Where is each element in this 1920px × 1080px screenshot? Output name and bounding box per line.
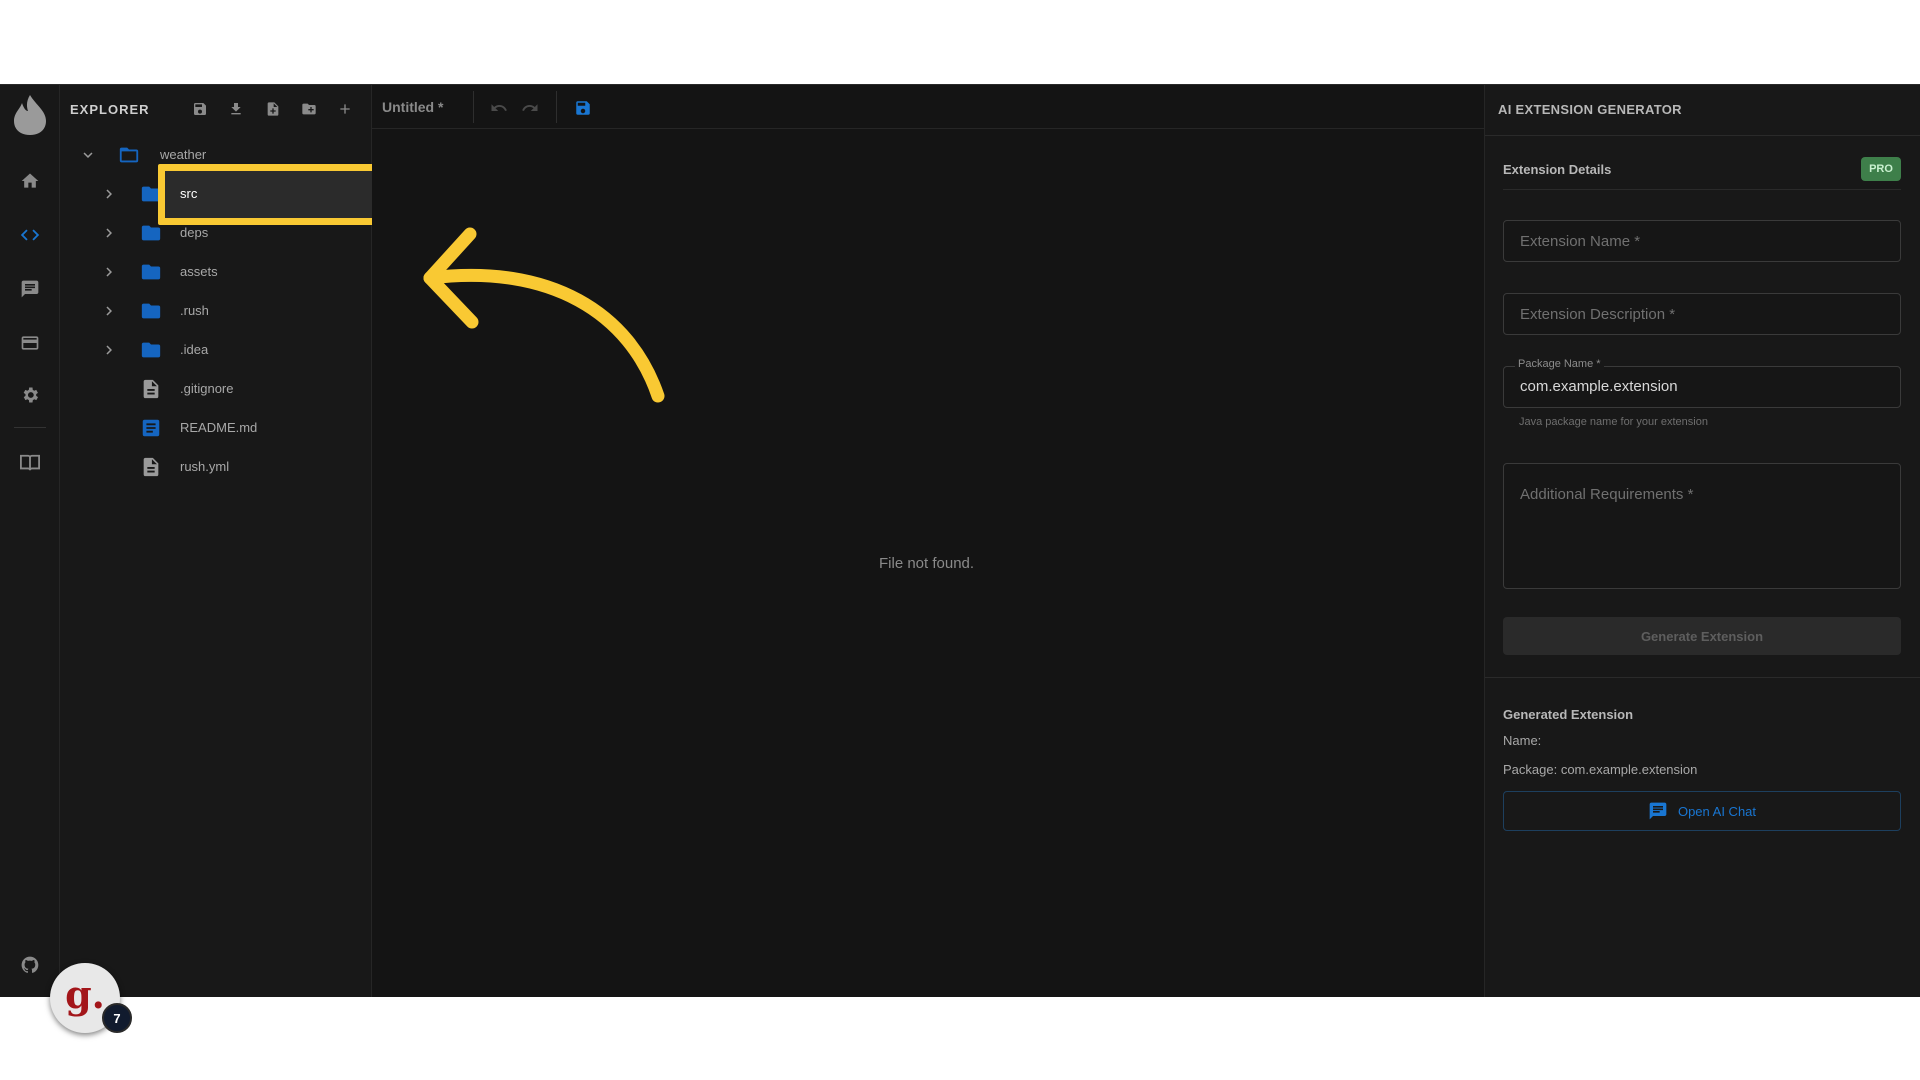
folder-icon bbox=[141, 264, 161, 280]
avatar-letter: g. bbox=[65, 971, 105, 1017]
panel-title: AI EXTENSION GENERATOR bbox=[1498, 102, 1682, 117]
tree-item-rush-yml[interactable]: rush.yml bbox=[60, 449, 372, 485]
folder-icon bbox=[141, 342, 161, 358]
tree-item-readme[interactable]: README.md bbox=[60, 410, 372, 446]
open-ai-chat-button[interactable]: Open AI Chat bbox=[1503, 791, 1901, 831]
generated-extension-title: Generated Extension bbox=[1503, 707, 1634, 722]
extension-name-field[interactable]: Extension Name * bbox=[1503, 220, 1901, 262]
app-window: EXPLORER weather src deps assets .rush .… bbox=[0, 84, 1920, 1033]
github-icon[interactable] bbox=[16, 951, 44, 979]
editor-tab-title[interactable]: Untitled * bbox=[382, 99, 443, 115]
explorer-title: EXPLORER bbox=[70, 102, 150, 117]
credit-card-icon[interactable] bbox=[16, 329, 44, 357]
package-name-field[interactable]: com.example.extension bbox=[1503, 366, 1901, 408]
tree-item-label: .idea bbox=[180, 342, 209, 357]
tree-item-label: rush.yml bbox=[180, 459, 230, 474]
tree-item-label: deps bbox=[180, 225, 209, 240]
tree-item-label: README.md bbox=[180, 420, 258, 435]
extension-description-placeholder: Extension Description * bbox=[1520, 306, 1676, 323]
toolbar-divider bbox=[556, 91, 557, 123]
generated-package: Package: com.example.extension bbox=[1503, 762, 1698, 777]
code-icon[interactable] bbox=[16, 221, 44, 249]
open-ai-chat-label: Open AI Chat bbox=[1677, 803, 1757, 819]
chat-icon bbox=[1649, 802, 1667, 820]
explorer-header: EXPLORER bbox=[60, 85, 372, 133]
flame-logo-icon[interactable] bbox=[12, 93, 48, 137]
settings-gear-icon[interactable] bbox=[16, 381, 44, 409]
save-file-icon[interactable] bbox=[572, 97, 594, 119]
redo-icon[interactable] bbox=[519, 97, 541, 119]
section-divider bbox=[1503, 189, 1901, 190]
file-icon bbox=[143, 379, 159, 399]
tree-item-idea[interactable]: .idea bbox=[60, 332, 372, 368]
generate-extension-button[interactable]: Generate Extension bbox=[1503, 617, 1901, 655]
folder-open-icon bbox=[119, 147, 139, 163]
home-icon[interactable] bbox=[16, 167, 44, 195]
activity-bar bbox=[0, 85, 60, 997]
package-name-helper: Java package name for your extension bbox=[1519, 416, 1708, 428]
extension-name-placeholder: Extension Name * bbox=[1520, 233, 1641, 250]
panel-divider bbox=[1485, 135, 1920, 136]
package-name-value: com.example.extension bbox=[1520, 378, 1678, 395]
new-folder-icon[interactable] bbox=[299, 99, 319, 119]
tree-item-label: assets bbox=[180, 264, 218, 279]
file-icon bbox=[143, 457, 159, 477]
folder-icon bbox=[141, 303, 161, 319]
extension-details-title: Extension Details bbox=[1503, 162, 1612, 177]
panel-divider bbox=[1485, 677, 1920, 678]
chevron-right-icon[interactable] bbox=[100, 263, 118, 281]
extension-description-field[interactable]: Extension Description * bbox=[1503, 293, 1901, 335]
undo-icon[interactable] bbox=[488, 97, 510, 119]
tree-item-assets[interactable]: assets bbox=[60, 254, 372, 290]
generated-name: Name: bbox=[1503, 733, 1542, 748]
chat-icon[interactable] bbox=[16, 275, 44, 303]
editor-area: Untitled * File not found. bbox=[372, 85, 1484, 997]
explorer-panel: EXPLORER weather src deps assets .rush .… bbox=[60, 85, 434, 997]
chevron-right-icon[interactable] bbox=[100, 341, 118, 359]
tree-item-label: .gitignore bbox=[180, 381, 234, 396]
download-icon[interactable] bbox=[226, 99, 246, 119]
markdown-file-icon bbox=[142, 419, 160, 437]
tree-item-label: .rush bbox=[180, 303, 209, 318]
additional-requirements-placeholder: Additional Requirements * bbox=[1520, 486, 1694, 503]
file-not-found-message: File not found. bbox=[879, 555, 975, 572]
activity-divider bbox=[14, 427, 46, 428]
editor-toolbar: Untitled * bbox=[372, 85, 1484, 129]
tree-item-label: weather bbox=[160, 147, 207, 162]
tree-item-rush[interactable]: .rush bbox=[60, 293, 372, 329]
package-name-label: Package Name * bbox=[1515, 358, 1604, 370]
chevron-right-icon[interactable] bbox=[100, 185, 118, 203]
chevron-right-icon[interactable] bbox=[100, 302, 118, 320]
pro-badge: PRO bbox=[1861, 157, 1901, 181]
yellow-arrow-annotation bbox=[423, 227, 665, 403]
book-docs-icon[interactable] bbox=[16, 449, 44, 477]
toolbar-divider bbox=[473, 91, 474, 123]
additional-requirements-field[interactable]: Additional Requirements * bbox=[1503, 463, 1901, 589]
folder-icon bbox=[141, 225, 161, 241]
save-icon[interactable] bbox=[190, 99, 210, 119]
add-icon[interactable] bbox=[335, 99, 355, 119]
tree-item-gitignore[interactable]: .gitignore bbox=[60, 371, 372, 407]
chevron-right-icon[interactable] bbox=[100, 224, 118, 242]
new-file-icon[interactable] bbox=[263, 99, 283, 119]
chevron-down-icon[interactable] bbox=[79, 146, 97, 164]
notification-count-badge: 7 bbox=[102, 1003, 132, 1033]
ai-extension-panel: AI EXTENSION GENERATOR Extension Details… bbox=[1484, 85, 1920, 997]
